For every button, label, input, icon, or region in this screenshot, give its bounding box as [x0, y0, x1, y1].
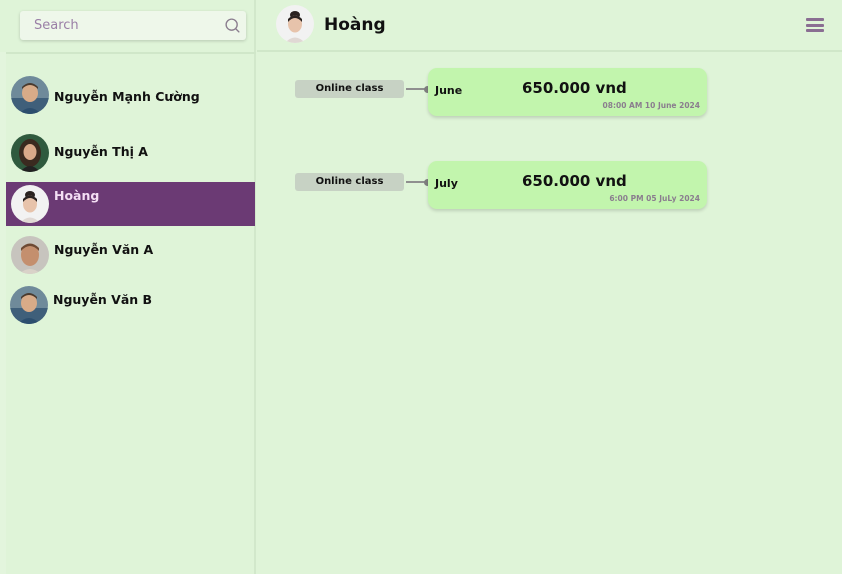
- payment-entry: Online class June 650.000 vnd 08:00 AM 1…: [295, 68, 715, 120]
- payment-timestamp: 08:00 AM 10 June 2024: [602, 101, 700, 110]
- hamburger-menu-icon[interactable]: [806, 18, 824, 32]
- avatar: [11, 185, 49, 223]
- payment-card[interactable]: July 650.000 vnd 6:00 PM 05 JuLy 2024: [428, 161, 707, 209]
- category-tag: Online class: [295, 80, 404, 98]
- contact-name: Nguyễn Văn B: [53, 292, 153, 307]
- contact-item[interactable]: Nguyễn Mạnh Cường: [6, 74, 255, 118]
- contact-item[interactable]: Nguyễn Văn A: [6, 234, 255, 278]
- payment-month: June: [435, 84, 463, 97]
- category-tag: Online class: [295, 173, 404, 191]
- avatar: [11, 236, 49, 274]
- sidebar-divider: [6, 52, 256, 54]
- avatar: [11, 134, 49, 172]
- payment-card[interactable]: June 650.000 vnd 08:00 AM 10 June 2024: [428, 68, 707, 116]
- contact-item-active[interactable]: Hoàng: [6, 182, 255, 226]
- contact-item[interactable]: Nguyễn Thị A: [6, 129, 255, 173]
- avatar: [10, 286, 48, 324]
- contact-name: Nguyễn Mạnh Cường: [54, 89, 200, 104]
- sidebar: Nguyễn Mạnh Cường Nguyễn Thị A: [0, 0, 256, 574]
- page-title: Hoàng: [324, 15, 386, 35]
- payment-month: July: [435, 177, 458, 190]
- search-icon[interactable]: [224, 17, 241, 34]
- contact-name: Hoàng: [54, 188, 100, 203]
- contact-name: Nguyễn Văn A: [54, 242, 154, 257]
- header-avatar: [276, 5, 314, 43]
- payment-amount: 650.000 vnd: [522, 79, 627, 97]
- contact-item[interactable]: Nguyễn Văn B: [6, 284, 255, 328]
- chat-header: Hoàng: [257, 0, 842, 52]
- payment-timestamp: 6:00 PM 05 JuLy 2024: [609, 194, 700, 203]
- avatar: [11, 76, 49, 114]
- search-bar[interactable]: [20, 11, 246, 40]
- search-input[interactable]: [20, 11, 246, 40]
- contact-name: Nguyễn Thị A: [54, 144, 148, 159]
- payment-amount: 650.000 vnd: [522, 172, 627, 190]
- payment-entry: Online class July 650.000 vnd 6:00 PM 05…: [295, 161, 715, 213]
